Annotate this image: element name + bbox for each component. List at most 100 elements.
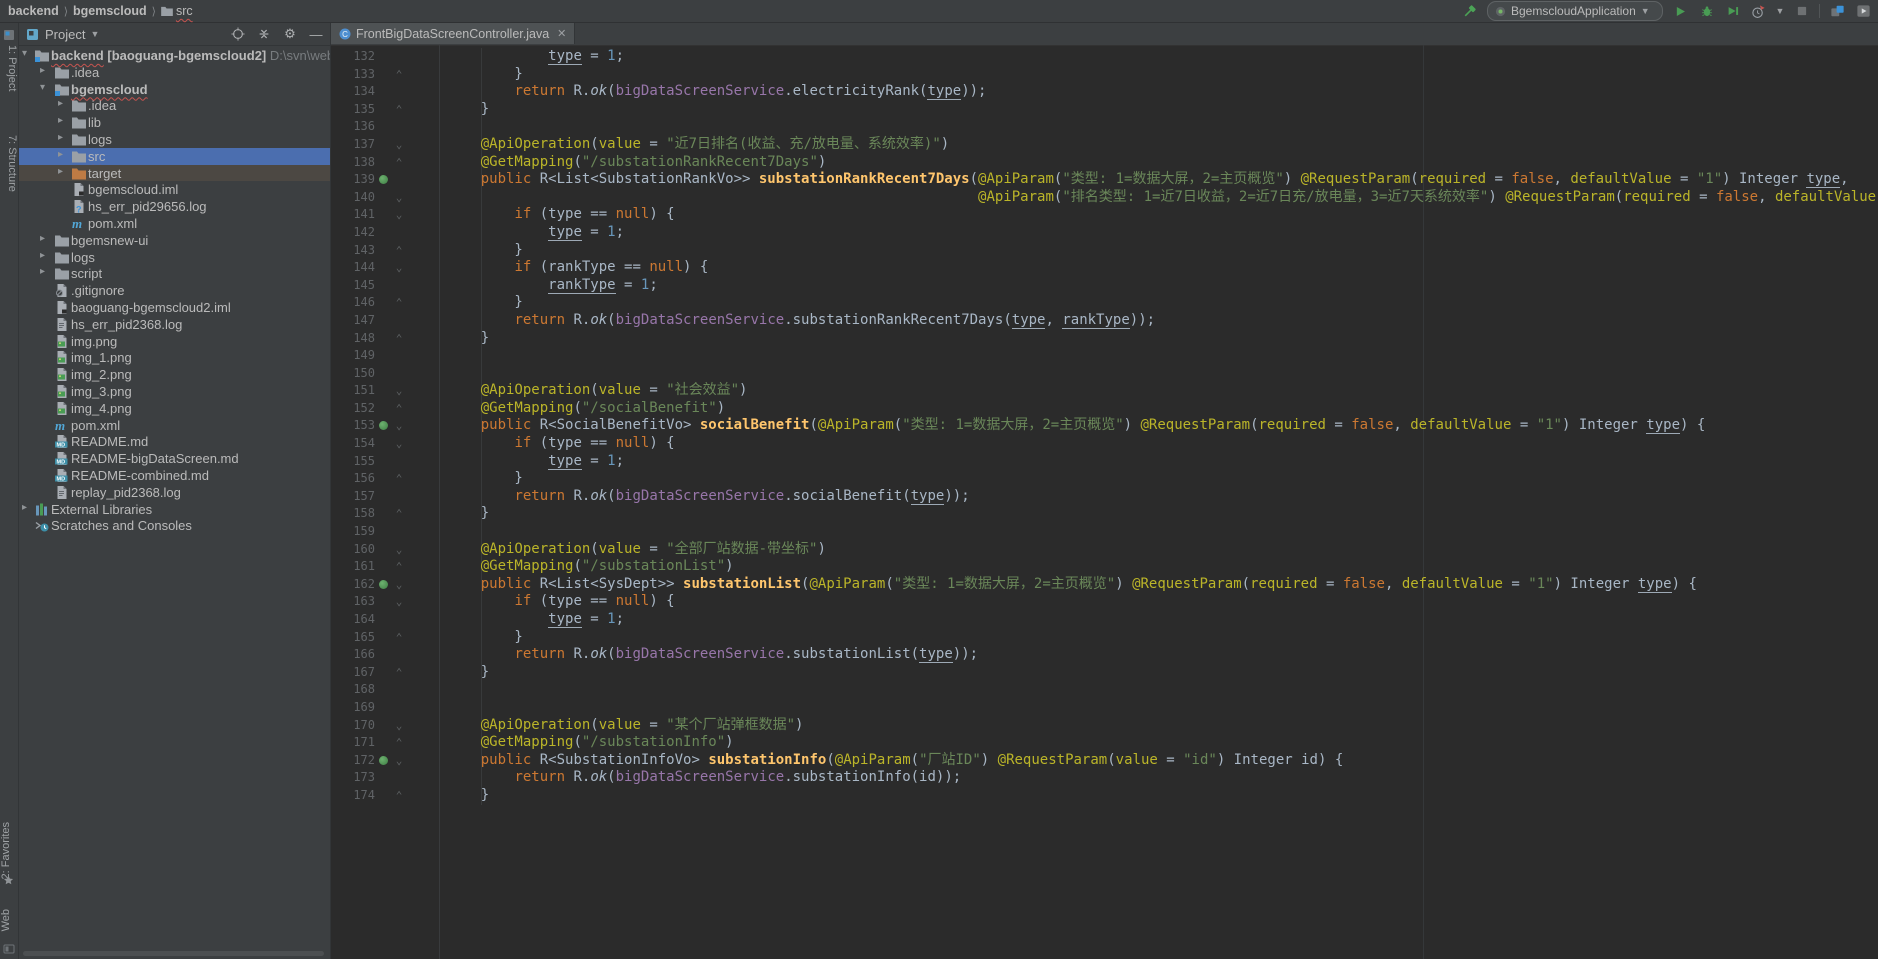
fold-end-icon[interactable]: ⌃ [391,66,407,84]
chevron-right-icon[interactable]: ▸ [58,115,63,126]
tree-row-img-3-png[interactable]: img_3.png [19,383,330,400]
settings-gear-icon[interactable]: ⚙ [282,26,298,42]
endpoint-gutter-icon[interactable] [379,421,388,430]
stripe-tab-favorites[interactable]: 2: Favorites [0,822,18,879]
fold-start-icon[interactable]: ⌄ [391,593,407,611]
fold-end-icon[interactable]: ⌃ [391,101,407,119]
profiler-dropdown-icon[interactable]: ▼ [1776,3,1784,20]
run-anything-icon[interactable] [1855,3,1872,20]
tree-row-hs-err-pid2368-log[interactable]: hs_err_pid2368.log [19,316,330,333]
tree-row-img-png[interactable]: img.png [19,333,330,350]
window-layout-icon[interactable] [1829,3,1846,20]
chevron-down-icon[interactable]: ▾ [22,48,27,59]
fold-end-icon[interactable]: ⌃ [391,558,407,576]
debug-button[interactable] [1698,3,1715,20]
tree-row-hs-err-pid29656-log[interactable]: ?hs_err_pid29656.log [19,198,330,215]
chevron-right-icon[interactable]: ▸ [58,98,63,109]
tree-row-src[interactable]: ▸src [19,148,330,165]
stop-button[interactable] [1793,3,1810,20]
tree-row-backend[interactable]: ▾backend [baoguang-bgemscloud2] D:\svn\w… [19,47,330,64]
endpoint-gutter-icon[interactable] [379,756,388,765]
tree-row--idea[interactable]: ▸.idea [19,97,330,114]
chevron-right-icon[interactable]: ▸ [58,166,63,177]
project-panel-title[interactable]: Project [45,27,85,42]
tree-row-baoguang-bgemscloud2-iml[interactable]: baoguang-bgemscloud2.iml [19,299,330,316]
tree-row-bgemscloud[interactable]: ▾bgemscloud [19,81,330,98]
chevron-right-icon[interactable]: ▸ [58,149,63,160]
tree-row-img-4-png[interactable]: img_4.png [19,400,330,417]
editor-tab-frontbigdatascreencontroller[interactable]: C FrontBigDataScreenController.java ✕ [331,23,575,44]
tree-row-img-2-png[interactable]: img_2.png [19,366,330,383]
toolwindow-switcher-icon[interactable] [3,943,15,955]
run-with-coverage-button[interactable] [1724,3,1741,20]
horizontal-scrollbar[interactable] [23,951,324,956]
tree-row-scratches-and-consoles[interactable]: Scratches and Consoles [19,517,330,534]
chevron-right-icon[interactable]: ▸ [40,65,45,76]
endpoint-gutter-icon[interactable] [379,175,388,184]
locate-file-icon[interactable] [230,26,246,42]
tree-row-pom-xml[interactable]: mpom.xml [19,417,330,434]
tree-row-target[interactable]: ▸target [19,165,330,182]
chevron-down-icon[interactable]: ▼ [90,29,99,39]
tree-row--idea[interactable]: ▸.idea [19,64,330,81]
breadcrumb-bgemscloud[interactable]: bgemscloud [73,4,147,18]
hide-panel-icon[interactable]: — [308,26,324,42]
tree-row-readme-bigdatascreen-md[interactable]: MDREADME-bigDataScreen.md [19,450,330,467]
tree-row-logs[interactable]: ▸logs [19,249,330,266]
chevron-down-icon[interactable]: ▾ [40,82,45,93]
fold-start-icon[interactable]: ⌄ [391,206,407,224]
chevron-right-icon[interactable]: ▸ [40,250,45,261]
tree-row-bgemscloud-iml[interactable]: bgemscloud.iml [19,181,330,198]
tree-row-external-libraries[interactable]: ▸External Libraries [19,501,330,518]
fold-start-icon[interactable]: ⌄ [391,541,407,559]
collapse-all-icon[interactable] [256,26,272,42]
tree-row-bgemsnew-ui[interactable]: ▸bgemsnew-ui [19,232,330,249]
fold-end-icon[interactable]: ⌃ [391,400,407,418]
stripe-tab-project[interactable]: 1: Project [0,45,18,91]
chevron-right-icon[interactable]: ▸ [40,233,45,244]
fold-end-icon[interactable]: ⌃ [391,505,407,523]
tree-row-replay-pid2368-log[interactable]: replay_pid2368.log [19,484,330,501]
tree-row-logs[interactable]: ▸logs [19,131,330,148]
tree-row-readme-combined-md[interactable]: MDREADME-combined.md [19,467,330,484]
chevron-right-icon[interactable]: ▸ [40,266,45,277]
fold-end-icon[interactable]: ⌃ [391,734,407,752]
fold-end-icon[interactable]: ⌃ [391,664,407,682]
fold-end-icon[interactable]: ⌃ [391,242,407,260]
stripe-tab-structure[interactable]: 7: Structure [0,135,18,192]
fold-end-icon[interactable]: ⌃ [391,330,407,348]
fold-start-icon[interactable]: ⌄ [391,259,407,277]
fold-end-icon[interactable]: ⌃ [391,629,407,647]
fold-start-icon[interactable]: ⌄ [391,417,407,435]
tree-row-img-1-png[interactable]: img_1.png [19,349,330,366]
project-toolwindow-icon[interactable] [3,29,15,41]
fold-start-icon[interactable]: ⌄ [391,435,407,453]
fold-start-icon[interactable]: ⌄ [391,717,407,735]
tree-row-script[interactable]: ▸script [19,265,330,282]
endpoint-gutter-icon[interactable] [379,580,388,589]
stripe-tab-web[interactable]: Web [0,909,18,931]
run-configuration-select[interactable]: BgemscloudApplication ▼ [1487,1,1663,21]
fold-start-icon[interactable]: ⌄ [391,752,407,770]
fold-start-icon[interactable]: ⌄ [391,382,407,400]
fold-end-icon[interactable]: ⌃ [391,154,407,172]
fold-start-icon[interactable]: ⌄ [391,189,407,207]
profiler-button[interactable] [1750,3,1767,20]
tree-row-readme-md[interactable]: MDREADME.md [19,433,330,450]
tree-row-pom-xml[interactable]: mpom.xml [19,215,330,232]
close-icon[interactable]: ✕ [557,27,566,40]
build-hammer-icon[interactable] [1461,3,1478,20]
run-button[interactable] [1672,3,1689,20]
chevron-right-icon[interactable]: ▸ [22,502,27,513]
code-editor[interactable]: 132 type = 1;133⌃ }134 return R.ok(bigDa… [331,45,1878,959]
fold-end-icon[interactable]: ⌃ [391,787,407,805]
fold-start-icon[interactable]: ⌄ [391,576,407,594]
tree-row--gitignore[interactable]: .gitignore [19,282,330,299]
breadcrumb-backend[interactable]: backend [8,4,59,18]
fold-end-icon[interactable]: ⌃ [391,470,407,488]
breadcrumb-src[interactable]: src [161,4,193,18]
fold-start-icon[interactable]: ⌄ [391,136,407,154]
fold-end-icon[interactable]: ⌃ [391,294,407,312]
tree-row-lib[interactable]: ▸lib [19,114,330,131]
chevron-right-icon[interactable]: ▸ [58,132,63,143]
